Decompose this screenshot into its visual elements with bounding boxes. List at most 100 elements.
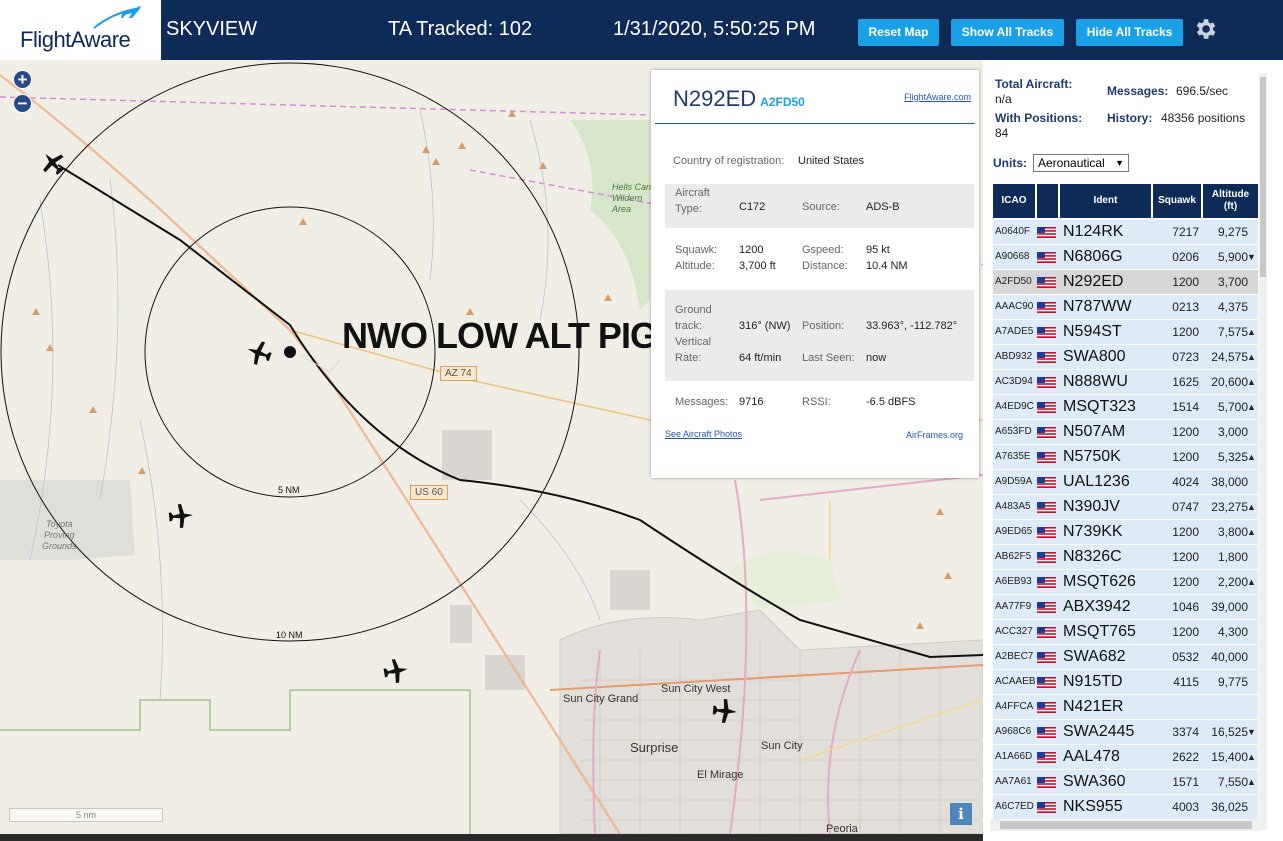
track-label: track: (675, 320, 702, 332)
cell-squawk: 1200 (1172, 550, 1199, 564)
cell-squawk: 0723 (1172, 350, 1199, 364)
airframes-link[interactable]: AirFrames.org (906, 430, 963, 440)
reset-map-button[interactable]: Reset Map (858, 19, 939, 46)
col-header-icao[interactable]: ICAO (993, 184, 1035, 218)
info-icon[interactable]: i (950, 803, 972, 825)
cell-trend-arrow (1247, 670, 1258, 694)
cell-trend-arrow (1247, 645, 1258, 669)
cell-trend-arrow (1247, 220, 1258, 244)
cell-squawk: 1200 (1172, 325, 1199, 339)
popup-callsign: N292ED (673, 86, 757, 111)
aircraft-icon[interactable] (168, 503, 194, 529)
table-row[interactable]: A7ADE5 N594ST 1200 7,575 ▲ (993, 320, 1258, 345)
cell-ident: MSQT626 (1063, 573, 1136, 590)
road-shield-us60: US 60 (410, 485, 448, 500)
table-row[interactable]: A2FD50 N292ED 1200 3,700 (993, 270, 1258, 295)
table-row[interactable]: A653FD N507AM 1200 3,000 (993, 420, 1258, 445)
aircraft-info-popup: N292ED A2FD50 FlightAware.com Country of … (651, 70, 979, 478)
cell-icao: A6C7ED (995, 801, 1034, 812)
cell-ident: N6806G (1063, 248, 1123, 265)
table-row[interactable]: A9ED65 N739KK 1200 3,800 ▲ (993, 520, 1258, 545)
hide-all-tracks-button[interactable]: Hide All Tracks (1076, 19, 1183, 46)
cell-icao: A90668 (995, 251, 1030, 262)
cell-ident: N8326C (1063, 548, 1122, 565)
position-value: 33.963°, -112.782° (866, 320, 958, 332)
table-row[interactable]: A483A5 N390JV 0747 23,275 ▲ (993, 495, 1258, 520)
table-row[interactable]: A90668 N6806G 0206 5,900 ▼ (993, 245, 1258, 270)
place-sun-city: Sun City (761, 740, 803, 752)
table-row[interactable]: A4ED9C MSQT323 1514 5,700 ▲ (993, 395, 1258, 420)
flag-us-icon (1037, 570, 1058, 594)
cell-icao: A968C6 (995, 726, 1032, 737)
gear-icon[interactable] (1192, 16, 1218, 42)
aircraft-icon[interactable] (712, 698, 738, 724)
cell-ident: N292ED (1063, 273, 1124, 290)
place-hells-canyon: Hells Can Wildern Area (612, 182, 652, 214)
cell-ident: SWA360 (1063, 773, 1126, 790)
flightaware-link[interactable]: FlightAware.com (904, 92, 971, 102)
cell-trend-arrow: ▲ (1247, 527, 1256, 537)
sidebar-scroll-thumb[interactable] (1260, 77, 1266, 277)
gspeed-value: 95 kt (866, 244, 890, 256)
table-row[interactable]: AC3D94 N888WU 1625 20,600 ▲ (993, 370, 1258, 395)
table-row[interactable]: A6C7ED NKS955 4003 36,025 (993, 795, 1258, 820)
show-all-tracks-button[interactable]: Show All Tracks (951, 19, 1064, 46)
cell-ident: AAL478 (1063, 748, 1120, 765)
horizontal-scroll-thumb[interactable] (1000, 821, 1252, 829)
table-row[interactable]: AA77F9 ABX3942 1046 39,000 (993, 595, 1258, 620)
zoom-in-icon[interactable]: + (13, 70, 32, 89)
cell-icao: A1A66D (995, 751, 1033, 762)
table-row[interactable]: A2BEC7 SWA682 0532 40,000 (993, 645, 1258, 670)
flag-us-icon (1037, 470, 1058, 494)
ring-label-5nm: 5 NM (278, 485, 300, 495)
with-positions-label: With Positions: (995, 111, 1083, 125)
table-row[interactable]: ABD932 SWA800 0723 24,575 ▲ (993, 345, 1258, 370)
cell-ident: N739KK (1063, 523, 1123, 540)
cell-squawk: 0213 (1172, 300, 1199, 314)
aircraft-photos-link[interactable]: See Aircraft Photos (665, 429, 742, 439)
cell-icao: AA7A61 (995, 776, 1032, 787)
aircraft-icon[interactable] (246, 340, 272, 366)
cell-icao: ABD932 (995, 351, 1033, 362)
popup-hex: A2FD50 (760, 95, 805, 109)
table-row[interactable]: A6EB93 MSQT626 1200 2,200 ▲ (993, 570, 1258, 595)
table-row[interactable]: A0640F N124RK 7217 9,275 (993, 220, 1258, 245)
col-header-ident[interactable]: Ident (1060, 184, 1151, 218)
flightaware-logo[interactable]: FlightAware (0, 0, 161, 60)
flag-us-icon (1037, 520, 1058, 544)
flag-us-icon (1037, 345, 1058, 369)
cell-altitude: 7,550 (1217, 775, 1248, 789)
aircraft-icon[interactable] (40, 150, 66, 176)
table-row[interactable]: AB62F5 N8326C 1200 1,800 (993, 545, 1258, 570)
units-select[interactable]: Aeronautical ▼ (1033, 154, 1129, 172)
table-row[interactable]: A4FFCA N421ER (993, 695, 1258, 720)
col-header-squawk[interactable]: Squawk (1153, 184, 1201, 218)
table-row[interactable]: AAAC90 N787WW 0213 4,375 (993, 295, 1258, 320)
last-seen-label: Last Seen: (802, 352, 855, 364)
table-row[interactable]: AA7A61 SWA360 1571 7,550 ▲ (993, 770, 1258, 795)
cell-icao: A2BEC7 (995, 651, 1034, 662)
flag-us-icon (1037, 670, 1058, 694)
cell-trend-arrow: ▼ (1247, 252, 1256, 262)
source-value: ADS-B (866, 201, 900, 213)
cell-ident: N888WU (1063, 373, 1128, 390)
place-el-mirage: El Mirage (697, 769, 744, 781)
cell-ident: SWA2445 (1063, 723, 1135, 740)
col-header-altitude[interactable]: Altitude (ft) (1203, 184, 1258, 218)
table-row[interactable]: A9D59A UAL1236 4024 38,000 (993, 470, 1258, 495)
zoom-out-icon[interactable]: − (13, 94, 32, 113)
total-aircraft-label: Total Aircraft: (995, 77, 1073, 91)
ring-label-10nm: 10 NM (276, 630, 303, 640)
table-row[interactable]: A7635E N5750K 1200 5,325 ▲ (993, 445, 1258, 470)
history-value: 48356 positions (1161, 111, 1246, 125)
aircraft-icon[interactable] (383, 658, 409, 684)
cell-squawk: 0747 (1172, 500, 1199, 514)
table-row[interactable]: ACAAEB N915TD 4115 9,775 (993, 670, 1258, 695)
cell-icao: A653FD (995, 426, 1032, 437)
table-row[interactable]: ACC327 MSQT765 1200 4,300 (993, 620, 1258, 645)
cell-ident: MSQT323 (1063, 398, 1136, 415)
skyview-app: FlightAware SKYVIEW TA Tracked: 102 1/31… (0, 0, 1283, 841)
table-row[interactable]: A968C6 SWA2445 3374 16,525 ▼ (993, 720, 1258, 745)
table-row[interactable]: A1A66D AAL478 2622 15,400 ▲ (993, 745, 1258, 770)
squawk-label: Squawk: (675, 244, 718, 256)
